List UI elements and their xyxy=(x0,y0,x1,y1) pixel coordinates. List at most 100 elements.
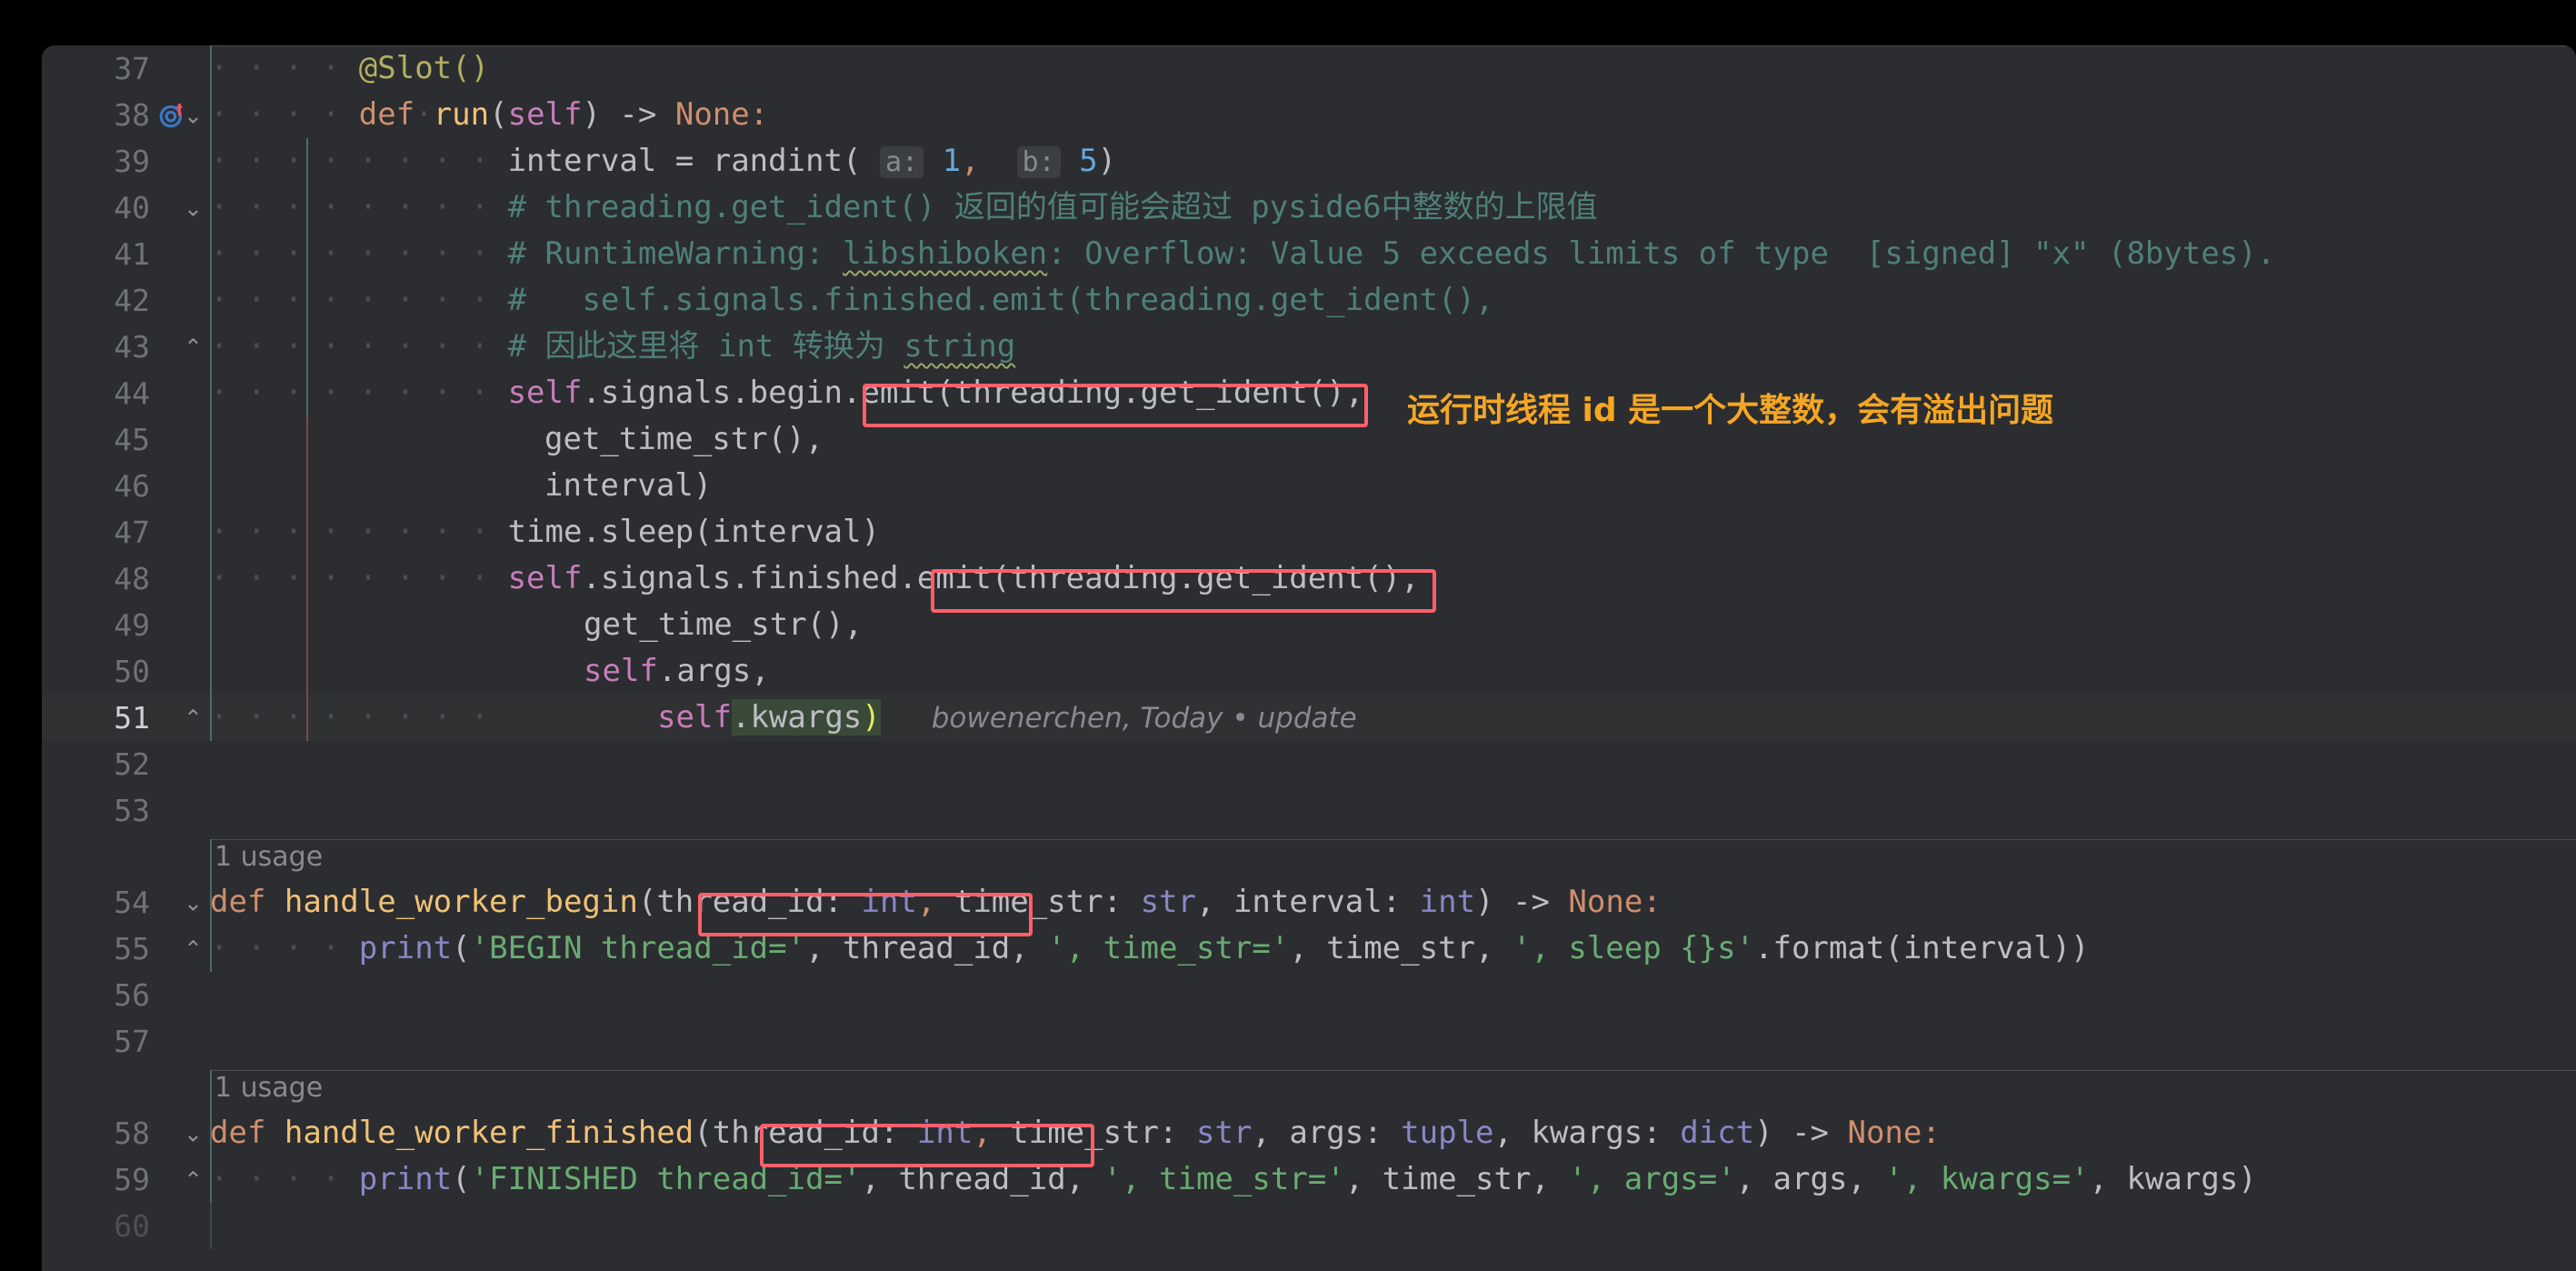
line-marks-52 xyxy=(155,741,210,787)
blame-when[interactable]: Today xyxy=(1140,702,1223,735)
code-line-52[interactable]: 52 xyxy=(42,741,2576,787)
token-type-int-58: int xyxy=(916,1115,973,1151)
token-var-args-59: , args, xyxy=(1735,1161,1885,1197)
line-marks-55[interactable]: ⌃ xyxy=(155,926,210,972)
token-type-str-58: str xyxy=(1195,1115,1253,1151)
code-line-46[interactable]: 46 interval) xyxy=(42,463,2576,509)
line-marks-60 xyxy=(155,1203,210,1249)
code-line-43[interactable]: 43 ⌃ · · · · · · · · # 因此这里将 int 转换为 str… xyxy=(42,324,2576,370)
code-line-42[interactable]: 42 · · · · · · · · # self.signals.finish… xyxy=(42,277,2576,324)
line-marks-43[interactable]: ⌃ xyxy=(155,324,210,370)
line-number-45: 45 xyxy=(114,422,150,457)
code-line-44[interactable]: 44 · · · · · · · · self.signals.begin.em… xyxy=(42,370,2576,416)
code-vision-usage-54[interactable]: 1 usage xyxy=(42,839,2576,879)
screenshot-root: 37 · · · · @Slot() 38 ⌄ · · · · def·run(… xyxy=(0,0,2576,1271)
code-line-39[interactable]: 39 · · · · · · · · interval = randint( a… xyxy=(42,138,2576,185)
line-marks-40[interactable]: ⌄ xyxy=(155,185,210,231)
line-marks-50 xyxy=(155,648,210,695)
code-line-54[interactable]: 54 ⌄ def handle_worker_begin(thread_id: … xyxy=(42,879,2576,926)
code-line-50[interactable]: 50 self.args, xyxy=(42,648,2576,695)
indent-dots: · · · · xyxy=(210,375,341,411)
code-line-55[interactable]: 55 ⌃ · · · · print('BEGIN thread_id=', t… xyxy=(42,926,2576,972)
code-line-38[interactable]: 38 ⌄ · · · · def·run(self) -> None: xyxy=(42,92,2576,138)
line-marks-51[interactable]: ⌃ xyxy=(155,695,210,741)
comment-line-43-mid: 转换为 xyxy=(774,328,904,365)
token-self-48: self xyxy=(507,560,583,596)
token-format-55: .format(interval)) xyxy=(1754,930,2090,966)
line-code-49: get_time_str(), xyxy=(210,602,2576,648)
token-time-sleep: time.sleep(interval) xyxy=(507,514,880,550)
line-code-53 xyxy=(210,787,2576,834)
code-line-58[interactable]: 58 ⌄ def handle_worker_finished(thread_i… xyxy=(42,1110,2576,1156)
token-var-time-str-59: , time_str, xyxy=(1344,1161,1569,1197)
indent-dots: · · · · xyxy=(210,282,341,318)
token-def: def xyxy=(358,96,415,133)
code-vision-usage-58[interactable]: 1 usage xyxy=(42,1070,2576,1110)
token-param-interval-54: , interval: xyxy=(1195,884,1420,920)
line-code-46: interval) xyxy=(210,463,2576,509)
token-var-thread-id-55: , thread_id, xyxy=(805,930,1048,966)
code-line-47[interactable]: 47 · · · · · · · · time.sleep(interval) xyxy=(42,509,2576,555)
token-print-59: print xyxy=(358,1161,453,1197)
chevron-down-icon[interactable]: ⌄ xyxy=(184,92,203,138)
chevron-down-icon[interactable]: ⌄ xyxy=(184,879,203,926)
line-code-39: · · · · · · · · interval = randint( a: 1… xyxy=(210,138,2576,185)
line-number-58: 58 xyxy=(114,1116,150,1151)
usage-count-label[interactable]: 1 usage xyxy=(215,841,323,873)
code-line-51[interactable]: 51 ⌃ · · · · · · · · self.kwargs) bowenerc… xyxy=(42,695,2576,741)
token-boxed-get-ident-44: threading.get_ident(), xyxy=(954,375,1364,411)
blame-message[interactable]: update xyxy=(1258,702,1357,735)
code-line-60[interactable]: 60 xyxy=(42,1203,2576,1249)
code-line-57[interactable]: 57 xyxy=(42,1018,2576,1065)
line-code-54: def handle_worker_begin(thread_id: int, … xyxy=(210,879,2576,926)
indent-dots-2: · · · · xyxy=(358,189,490,225)
line-code-51: · · · · · · · · self.kwargs) bowenerchen, … xyxy=(210,695,2576,741)
usage-count-label[interactable]: 1 usage xyxy=(215,1072,323,1104)
chevron-down-icon[interactable]: ⌄ xyxy=(184,1110,203,1156)
chevron-up-icon[interactable]: ⌃ xyxy=(184,1156,203,1203)
indent-dots: · · · · xyxy=(210,50,341,86)
token-param-time-str-54: time_str: xyxy=(935,884,1141,920)
code-line-49[interactable]: 49 get_time_str(), xyxy=(42,602,2576,648)
code-line-37[interactable]: 37 · · · · @Slot() xyxy=(42,45,2576,92)
comment-line-41-misspelled: libshiboken xyxy=(843,235,1048,272)
line-marks-54[interactable]: ⌄ xyxy=(155,879,210,926)
code-line-53[interactable]: 53 xyxy=(42,787,2576,834)
line-marks-58[interactable]: ⌄ xyxy=(155,1110,210,1156)
token-param-thread-id-54: thread_id: xyxy=(656,884,862,920)
indent-dots: · · · · xyxy=(210,560,341,596)
token-fn-run: run xyxy=(433,96,490,133)
token-none-54: None: xyxy=(1568,884,1662,920)
line-marks-59[interactable]: ⌃ xyxy=(155,1156,210,1203)
code-line-56[interactable]: 56 xyxy=(42,972,2576,1018)
section-separator xyxy=(210,1070,2576,1071)
line-code-41: · · · · · · · · # RuntimeWarning: libshi… xyxy=(210,231,2576,277)
section-separator xyxy=(210,839,2576,840)
indent-dots: · · · · xyxy=(210,328,341,365)
chevron-up-icon[interactable]: ⌃ xyxy=(184,926,203,972)
line-code-45: get_time_str(), xyxy=(210,416,2576,463)
code-line-41[interactable]: 41 · · · · · · · · # RuntimeWarning: lib… xyxy=(42,231,2576,277)
line-number-51: 51 xyxy=(114,700,150,736)
param-hint-a[interactable]: a: xyxy=(879,146,924,178)
line-marks-38[interactable]: ⌄ xyxy=(155,92,210,138)
line-marks-41 xyxy=(155,231,210,277)
chevron-up-icon[interactable]: ⌃ xyxy=(184,695,203,741)
code-editor[interactable]: 37 · · · · @Slot() 38 ⌄ · · · · def·run(… xyxy=(42,45,2576,1271)
indent-dots: · · · · xyxy=(210,96,341,133)
code-line-40[interactable]: 40 ⌄ · · · · · · · · # threading.get_ide… xyxy=(42,185,2576,231)
token-def-54: def xyxy=(210,884,266,920)
token-signals-begin-emit: .signals.begin.emit( xyxy=(582,375,954,411)
code-line-45[interactable]: 45 get_time_str(), xyxy=(42,416,2576,463)
param-hint-b[interactable]: b: xyxy=(1016,146,1061,178)
code-line-48[interactable]: 48 · · · · · · · · self.signals.finished… xyxy=(42,555,2576,602)
indent-dots: · · · · xyxy=(210,235,341,272)
code-line-59[interactable]: 59 ⌃ · · · · print('FINISHED thread_id='… xyxy=(42,1156,2576,1203)
line-number-54: 54 xyxy=(114,885,150,920)
token-interval-assign: interval = randint( xyxy=(507,143,862,179)
blame-author[interactable]: bowenerchen, xyxy=(932,702,1132,735)
chevron-up-icon[interactable]: ⌃ xyxy=(184,324,203,370)
token-arrow-54: ) -> xyxy=(1475,884,1569,920)
indent-dots-2: · · · · xyxy=(358,282,490,318)
chevron-down-icon[interactable]: ⌄ xyxy=(184,185,203,231)
